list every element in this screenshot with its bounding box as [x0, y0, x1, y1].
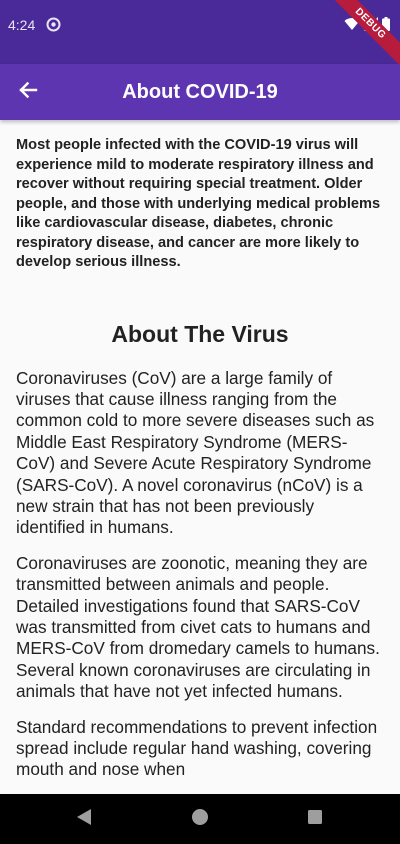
- content-scroll[interactable]: Most people infected with the COVID-19 v…: [0, 120, 400, 794]
- status-bar: 4:24 DEBUG: [0, 0, 400, 73]
- paragraph: Standard recommendations to prevent infe…: [16, 716, 378, 780]
- app-bar: About COVID-19: [0, 64, 400, 120]
- status-time: 4:24: [8, 17, 36, 33]
- back-button[interactable]: [12, 76, 44, 108]
- back-triangle-icon: [76, 808, 92, 831]
- debug-banner: DEBUG: [321, 0, 400, 73]
- home-circle-icon: [191, 808, 209, 831]
- section-title: About The Virus: [111, 320, 289, 347]
- page-title: About COVID-19: [122, 81, 278, 103]
- arrow-left-icon: [18, 80, 38, 105]
- nav-home-button[interactable]: [188, 807, 212, 831]
- app-status-icon: [46, 17, 61, 32]
- system-nav-bar: [0, 794, 400, 844]
- nav-recents-button[interactable]: [303, 807, 327, 831]
- intro-text: Most people infected with the COVID-19 v…: [16, 137, 381, 270]
- recents-square-icon: [307, 809, 323, 830]
- paragraph: Coronaviruses (CoV) are a large family o…: [16, 367, 375, 538]
- nav-back-button[interactable]: [72, 807, 96, 831]
- paragraph: Coronaviruses are zoonotic, meaning they…: [16, 552, 380, 702]
